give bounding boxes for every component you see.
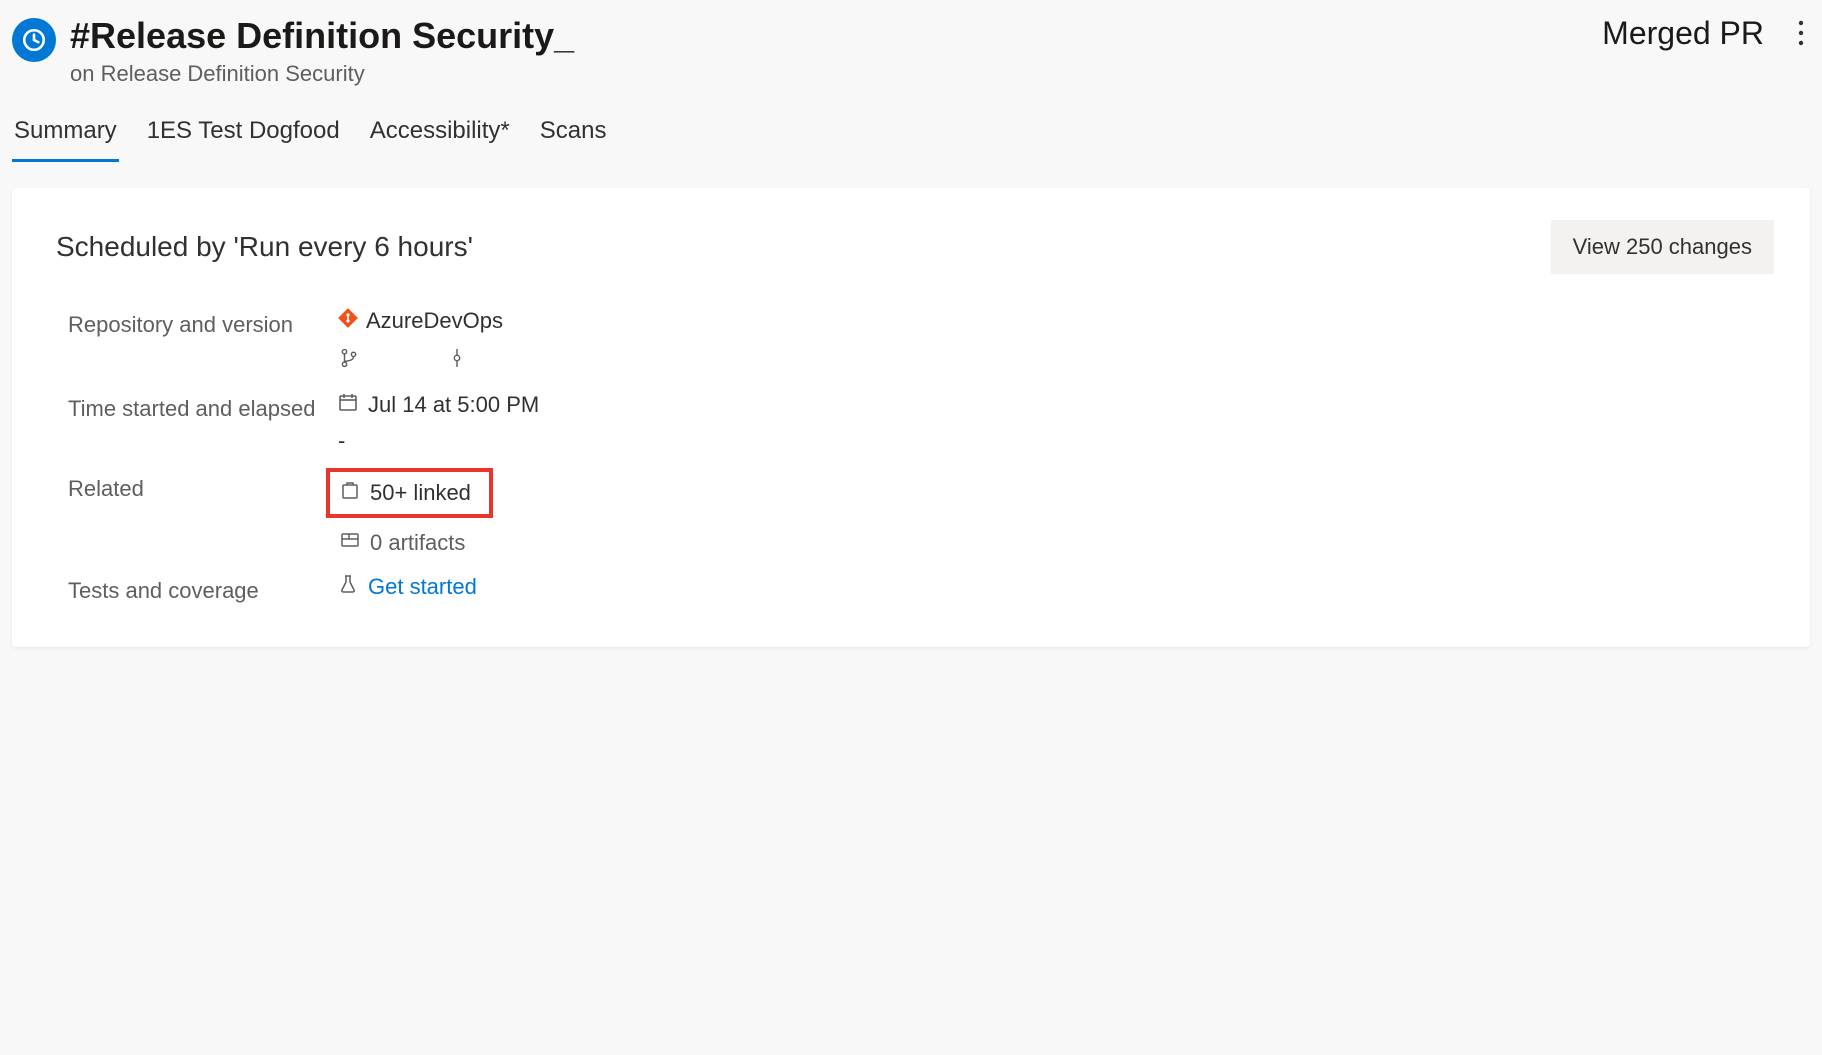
artifact-icon [340,530,360,556]
work-item-icon [340,480,360,506]
repo-name[interactable]: AzureDevOps [366,308,503,334]
linked-work-items-highlight: 50+ linked [326,468,493,518]
beaker-icon [338,574,358,600]
tab-summary[interactable]: Summary [12,111,119,162]
tab-accessibility[interactable]: Accessibility* [368,111,512,162]
git-repo-icon [338,308,358,334]
tests-coverage-label: Tests and coverage [68,574,328,607]
commit-icon[interactable] [448,348,466,374]
summary-card: Scheduled by 'Run every 6 hours' View 25… [12,188,1810,647]
merged-pr-label: Merged PR [1602,15,1764,52]
time-label: Time started and elapsed [68,392,328,425]
calendar-icon [338,392,358,418]
page-header: #Release Definition Security_ on Release… [12,8,1810,97]
repo-version-label: Repository and version [68,308,328,341]
tests-get-started-link[interactable]: Get started [368,574,477,600]
time-started-value: Jul 14 at 5:00 PM [368,392,539,418]
tab-scans[interactable]: Scans [538,111,609,162]
page-title: #Release Definition Security_ [70,14,574,57]
tab-1es-test-dogfood[interactable]: 1ES Test Dogfood [145,111,342,162]
artifacts-count[interactable]: 0 artifacts [370,530,465,556]
clock-status-icon [12,18,56,62]
time-elapsed-value: - [338,428,1774,454]
related-label: Related [68,472,328,505]
scheduled-by-text: Scheduled by 'Run every 6 hours' [56,231,473,263]
page-subtitle: on Release Definition Security [70,61,574,87]
branch-icon[interactable] [340,348,358,374]
view-changes-button[interactable]: View 250 changes [1551,220,1774,274]
tabs-bar: Summary 1ES Test Dogfood Accessibility* … [12,97,1810,162]
more-actions-button[interactable] [1792,14,1810,52]
linked-work-items-link[interactable]: 50+ linked [370,480,471,506]
